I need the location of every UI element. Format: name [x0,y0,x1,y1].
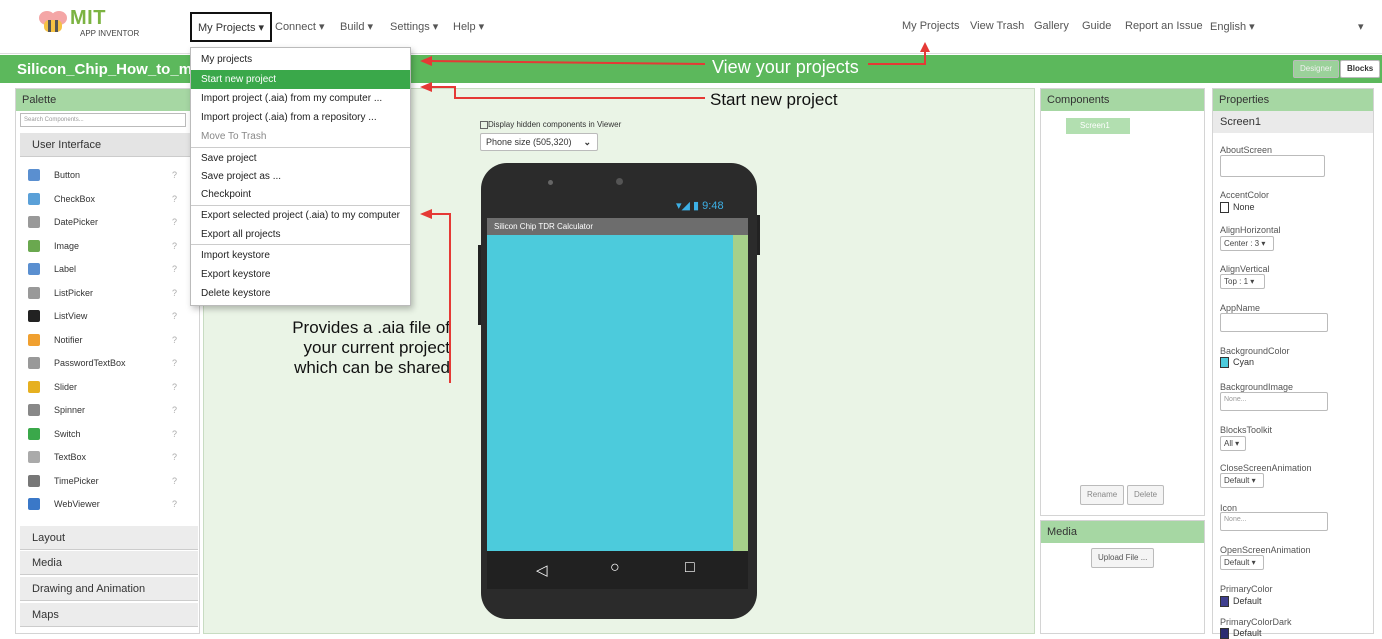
arrowhead-start [420,82,432,92]
arrowhead-view-up [920,42,930,52]
arrow-view-projects [429,60,706,65]
arrow-start-new-project [430,86,705,99]
arrowhead-view [420,56,432,66]
arrow-view-projects-right [868,50,926,65]
annotation-arrows [420,42,930,383]
arrow-export [430,213,451,383]
arrowhead-export [420,209,432,219]
